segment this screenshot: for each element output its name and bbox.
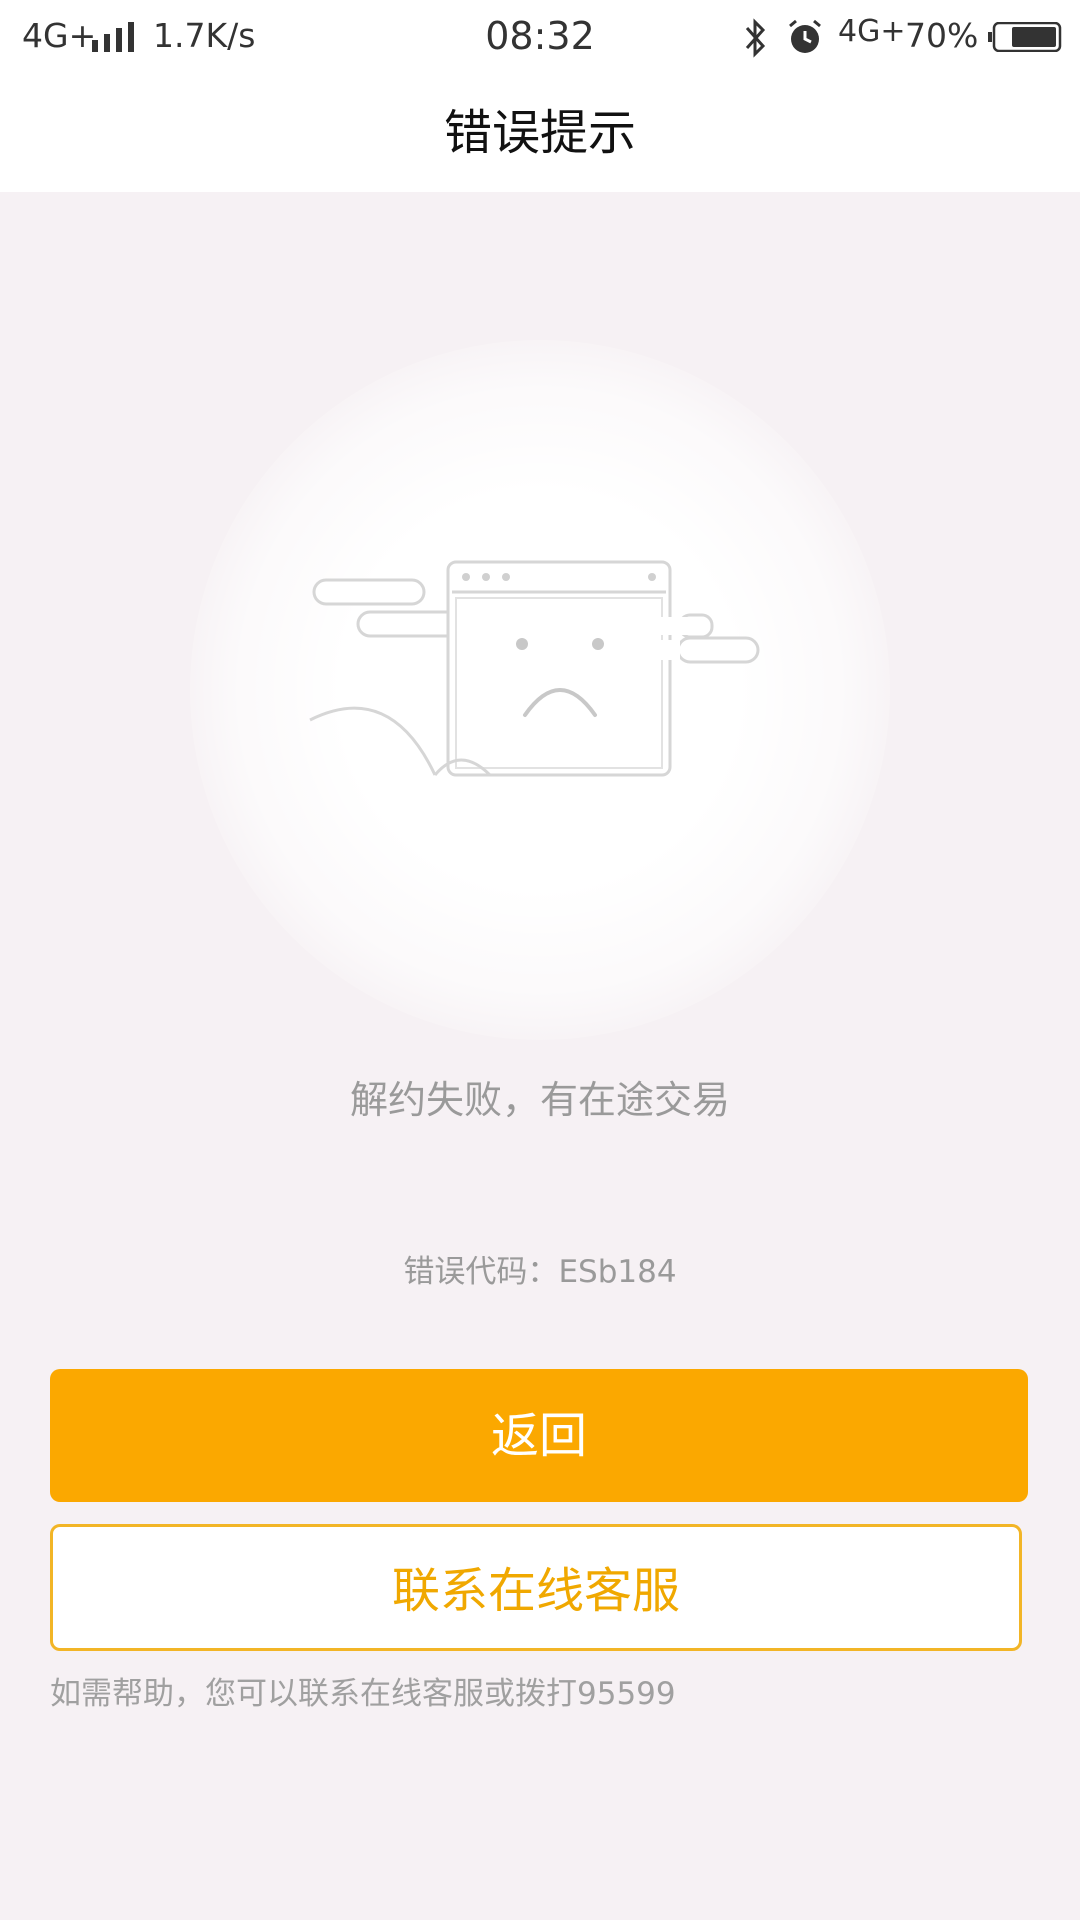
sad-browser-window-icon xyxy=(309,560,760,777)
bluetooth-icon xyxy=(745,18,766,58)
help-text: 如需帮助，您可以联系在线客服或拨打95599 xyxy=(50,1676,676,1712)
battery-percent: 70% xyxy=(905,16,979,55)
error-code: 错误代码：ESb184 xyxy=(0,1250,1080,1294)
alarm-icon xyxy=(789,19,821,53)
error-message: 解约失败，有在途交易 xyxy=(349,1078,730,1122)
network-type-right: 4G+ xyxy=(838,14,906,49)
contact-online-service-button[interactable]: 联系在线客服 xyxy=(50,1524,1022,1651)
error-code-label: 错误代码： xyxy=(403,1254,559,1290)
battery-icon xyxy=(988,22,1062,52)
error-screen: 4G+ 1.7K/s 08:32 4G+ 70% 错误提示 解约失败，有在途交易… xyxy=(0,0,1080,1920)
error-code-value: ESb184 xyxy=(558,1254,677,1290)
nav-bar: 错误提示 xyxy=(0,75,1080,192)
back-button[interactable]: 返回 xyxy=(50,1369,1028,1502)
page-title: 错误提示 xyxy=(443,105,636,161)
status-bar: 4G+ 1.7K/s 08:32 4G+ 70% xyxy=(0,0,1080,75)
